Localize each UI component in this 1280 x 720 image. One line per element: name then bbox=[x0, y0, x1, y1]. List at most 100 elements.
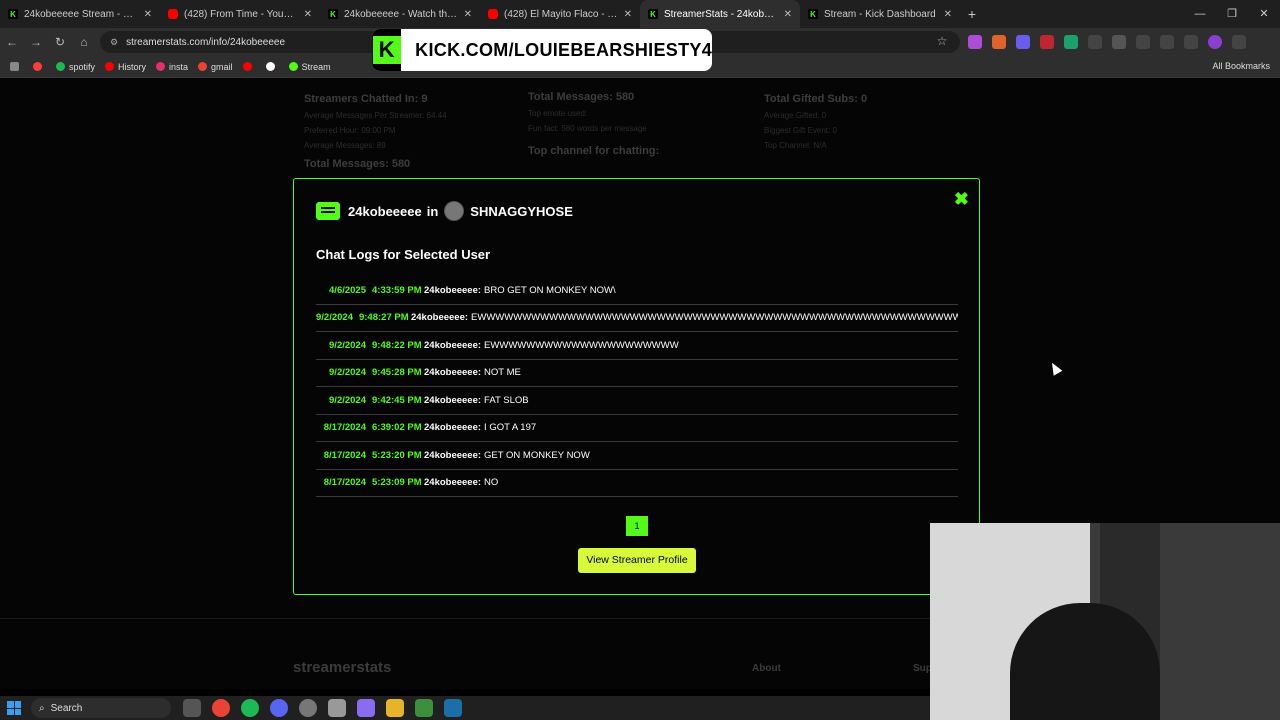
minimize-icon[interactable]: — bbox=[1184, 0, 1216, 28]
all-bookmarks[interactable]: All Bookmarks bbox=[1212, 61, 1270, 71]
chat-icon bbox=[316, 202, 340, 220]
extension-icon[interactable] bbox=[1016, 35, 1030, 49]
spotify-icon[interactable] bbox=[241, 699, 259, 717]
extension-icon[interactable] bbox=[968, 35, 982, 49]
maximize-icon[interactable]: ❐ bbox=[1216, 0, 1248, 28]
close-tab-icon[interactable]: ✕ bbox=[784, 9, 792, 20]
sidebar-icon[interactable] bbox=[1136, 35, 1150, 49]
browser-tab[interactable]: K 24kobeeeee Stream - Watch Li ✕ bbox=[0, 0, 160, 28]
browser-tab[interactable]: (428) El Mayito Flaco - YouTube ✕ bbox=[480, 0, 640, 28]
tab-title: StreamerStats - 24kobeeeee's F bbox=[664, 8, 778, 20]
footer-logo[interactable]: streamerstats bbox=[293, 659, 391, 676]
bookmark-insta[interactable]: insta bbox=[156, 62, 188, 72]
footer-about[interactable]: About bbox=[752, 663, 781, 674]
log-time: 9:48:27 PM bbox=[358, 312, 409, 324]
discord-icon[interactable] bbox=[270, 699, 288, 717]
log-time: 9:42:45 PM bbox=[372, 394, 422, 406]
kick-icon: K bbox=[648, 9, 658, 19]
bookmark-history[interactable]: History bbox=[105, 62, 146, 72]
forward-icon[interactable]: → bbox=[24, 35, 48, 49]
extension-icon[interactable] bbox=[1040, 35, 1054, 49]
close-tab-icon[interactable]: ✕ bbox=[464, 9, 472, 20]
log-user: 24kobeeeee: bbox=[424, 422, 482, 434]
taskbar-apps bbox=[183, 699, 462, 717]
close-tab-icon[interactable]: ✕ bbox=[304, 9, 312, 20]
browser-tab[interactable]: (428) From Time - YouTube ✕ bbox=[160, 0, 320, 28]
list-item: 9/2/2024 9:48:27 PM 24kobeeeee: EWWWWWWW… bbox=[316, 305, 958, 332]
bookmark-item[interactable] bbox=[33, 62, 46, 71]
kick-channel-url: KICK.COM/LOUIEBEARSHIESTY4 bbox=[415, 39, 712, 60]
back-icon[interactable]: ← bbox=[0, 35, 24, 49]
list-item: 8/17/2024 5:23:20 PM 24kobeeeee: GET ON … bbox=[316, 442, 958, 470]
kick-icon: K bbox=[808, 9, 818, 19]
settings-icon[interactable] bbox=[328, 699, 346, 717]
bookmark-spotify[interactable]: spotify bbox=[56, 62, 95, 72]
bookmark-item[interactable] bbox=[242, 62, 256, 71]
app-icon[interactable] bbox=[357, 699, 375, 717]
log-date: 8/17/2024 bbox=[323, 449, 366, 461]
log-message: FAT SLOB bbox=[484, 394, 529, 406]
log-message: EWWWWWWWWWWWWWWWWWWWWWWWWWWWWWWWWWWWWWWW… bbox=[471, 312, 958, 324]
steam-icon[interactable] bbox=[444, 699, 462, 717]
close-tab-icon[interactable]: ✕ bbox=[144, 9, 152, 20]
browser-tab-active[interactable]: K StreamerStats - 24kobeeeee's F ✕ bbox=[640, 0, 800, 28]
tab-search-icon[interactable] bbox=[1184, 35, 1198, 49]
log-message: NO bbox=[484, 477, 499, 489]
log-date: 9/2/2024 bbox=[316, 312, 353, 324]
youtube-icon bbox=[168, 9, 178, 19]
log-user: 24kobeeeee: bbox=[424, 394, 482, 406]
apps-icon[interactable] bbox=[10, 62, 23, 71]
extension-icon[interactable] bbox=[992, 35, 1006, 49]
modal-username: 24kobeeeee bbox=[348, 203, 422, 219]
browser-tab-bar: K 24kobeeeee Stream - Watch Li ✕ (428) F… bbox=[0, 0, 1280, 28]
browser-tab[interactable]: K Stream - Kick Dashboard ✕ bbox=[800, 0, 960, 28]
close-window-icon[interactable]: ✕ bbox=[1248, 0, 1280, 28]
extensions-puzzle-icon[interactable] bbox=[1112, 35, 1126, 49]
new-tab-icon[interactable]: + bbox=[960, 6, 984, 22]
site-info-icon[interactable]: ⚙ bbox=[110, 37, 118, 48]
taskbar-search[interactable]: ⌕ Search bbox=[31, 698, 171, 718]
stats-column-gifted: Total Gifted Subs: 0 Average Gifted: 0 B… bbox=[764, 93, 868, 150]
file-explorer-icon[interactable] bbox=[386, 699, 404, 717]
profile-avatar-icon[interactable] bbox=[1208, 35, 1222, 49]
window-controls: — ❐ ✕ bbox=[1184, 0, 1280, 28]
stats-column-messages: Total Messages: 580 Top emote used: Fun … bbox=[528, 91, 660, 157]
log-time: 4:33:59 PM bbox=[372, 284, 422, 296]
log-date: 9/2/2024 bbox=[329, 339, 366, 351]
chat-log-list: 4/6/2025 4:33:59 PM 24kobeeeee: BRO GET … bbox=[316, 277, 958, 497]
browser-tab[interactable]: K 24kobeeeee - Watch the VOD o ✕ bbox=[320, 0, 480, 28]
log-user: 24kobeeeee: bbox=[424, 367, 482, 379]
extension-icon[interactable] bbox=[1064, 35, 1078, 49]
log-user: 24kobeeeee: bbox=[424, 449, 482, 461]
log-date: 9/2/2024 bbox=[329, 367, 366, 379]
log-date: 8/17/2024 bbox=[323, 477, 366, 489]
log-message: NOT ME bbox=[484, 367, 521, 379]
page-number-button[interactable]: 1 bbox=[626, 516, 648, 536]
download-icon[interactable] bbox=[1160, 35, 1174, 49]
close-icon[interactable]: ✖ bbox=[954, 189, 969, 210]
bookmark-stream[interactable]: Stream bbox=[288, 62, 331, 72]
log-date: 4/6/2025 bbox=[329, 284, 366, 296]
youtube-icon bbox=[488, 9, 498, 19]
tab-title: (428) From Time - YouTube bbox=[184, 8, 298, 20]
view-streamer-profile-button[interactable]: View Streamer Profile bbox=[578, 548, 696, 573]
close-tab-icon[interactable]: ✕ bbox=[944, 9, 952, 20]
reload-icon[interactable]: ↻ bbox=[48, 35, 72, 49]
chrome-icon[interactable] bbox=[212, 699, 230, 717]
home-icon[interactable]: ⌂ bbox=[72, 35, 96, 49]
list-item: 8/17/2024 6:39:02 PM 24kobeeeee: I GOT A… bbox=[316, 415, 958, 442]
windows-start-icon[interactable] bbox=[7, 701, 21, 715]
obs-icon[interactable] bbox=[299, 699, 317, 717]
log-message: EWWWWWWWWWWWWWWWWWWWWW bbox=[484, 339, 679, 351]
menu-icon[interactable] bbox=[1232, 35, 1246, 49]
close-tab-icon[interactable]: ✕ bbox=[624, 9, 632, 20]
chat-logs-modal: ✖ 24kobeeeee in SHNAGGYHOSE Chat Logs fo… bbox=[293, 178, 980, 595]
task-view-icon[interactable] bbox=[183, 699, 201, 717]
app-icon[interactable] bbox=[415, 699, 433, 717]
bookmark-gmail[interactable]: gmail bbox=[198, 62, 233, 72]
modal-channel: SHNAGGYHOSE bbox=[470, 203, 573, 219]
extension-icon[interactable] bbox=[1088, 35, 1102, 49]
bookmark-star-icon[interactable]: ☆ bbox=[930, 34, 954, 48]
bookmark-x[interactable] bbox=[265, 62, 279, 71]
modal-subtitle: Chat Logs for Selected User bbox=[316, 247, 491, 262]
